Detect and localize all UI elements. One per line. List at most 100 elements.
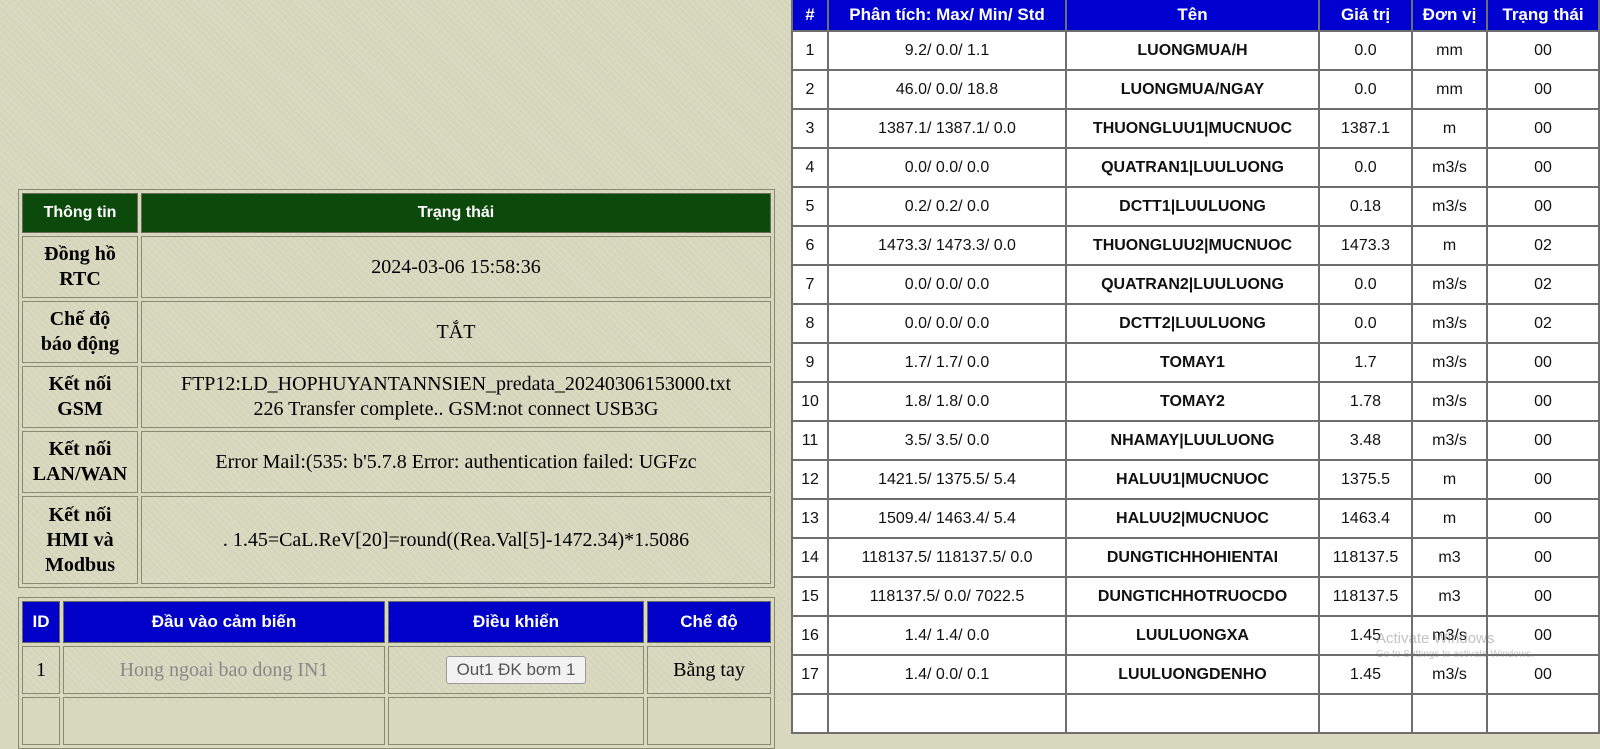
measurement-row: 10 1.8/ 1.8/ 0.0 TOMAY2 1.78 m3/s 00: [793, 383, 1598, 420]
row-analysis: 0.0/ 0.0/ 0.0: [829, 305, 1065, 342]
row-state: 00: [1488, 461, 1598, 498]
row-unit: m: [1413, 461, 1486, 498]
measurement-row: 2 46.0/ 0.0/ 18.8 LUONGMUA/NGAY 0.0 mm 00: [793, 71, 1598, 108]
row-index: 11: [793, 422, 827, 459]
measurement-row: 16 1.4/ 1.4/ 0.0 LUULUONGXA 1.45 m3/s 00: [793, 617, 1598, 654]
row-state: 00: [1488, 188, 1598, 225]
col-header-id: ID: [22, 601, 60, 643]
row-index: 16: [793, 617, 827, 654]
col-header-info: Thông tin: [22, 193, 138, 233]
row-analysis: 1.4/ 1.4/ 0.0: [829, 617, 1065, 654]
row-state: 00: [1488, 422, 1598, 459]
row-value: 0.0: [1320, 266, 1411, 303]
row-unit: m3/s: [1413, 422, 1486, 459]
label-line: LAN/WAN: [32, 463, 128, 485]
measurement-row: 3 1387.1/ 1387.1/ 0.0 THUONGLUU1|MUCNUOC 13…: [793, 110, 1598, 147]
row-state: 00: [1488, 539, 1598, 576]
row-state: 00: [1488, 578, 1598, 615]
measurement-row: [793, 695, 1598, 732]
row-unit: m3/s: [1413, 188, 1486, 225]
row-value: 118137.5: [1320, 578, 1411, 615]
row-value: 1.7: [1320, 344, 1411, 381]
measurement-row: 13 1509.4/ 1463.4/ 5.4 HALUU2|MUCNUOC 1463.…: [793, 500, 1598, 537]
sensor-input-table: ID Đầu vào cảm biến Điều khiển Chế độ 1 …: [18, 597, 775, 749]
label-line: HMI và: [46, 528, 114, 551]
sensor-control-cell: Out1 ĐK bơm 1: [388, 646, 644, 694]
label-line: báo động: [40, 333, 120, 355]
status-info-table: Thông tin Trạng thái Đồng hồ RTC 2024-03…: [18, 189, 775, 588]
sensor-mode: Bằng tay: [647, 646, 771, 694]
row-unit: m3/s: [1413, 617, 1486, 654]
row-unit: m: [1413, 500, 1486, 537]
lan-wan-row: Kết nối LAN/WAN Error Mail:(535: b'5.7.8…: [22, 431, 771, 493]
row-index: 5: [793, 188, 827, 225]
col-header-state: Trạng thái: [1488, 0, 1598, 30]
row-index: 15: [793, 578, 827, 615]
row-analysis: 1473.3/ 1473.3/ 0.0: [829, 227, 1065, 264]
row-index: [793, 695, 827, 732]
row-analysis: 3.5/ 3.5/ 0.0: [829, 422, 1065, 459]
row-state: 00: [1488, 500, 1598, 537]
row-name: LUULUONGXA: [1067, 617, 1318, 654]
rtc-value: 2024-03-06 15:58:36: [141, 236, 771, 298]
gsm-row: Kết nối GSM FTP12:LD_HOPHUYANTANNSIEN_pr…: [22, 366, 771, 428]
row-name: LUULUONGDENHO: [1067, 656, 1318, 693]
row-name: QUATRAN2|LUULUONG: [1067, 266, 1318, 303]
label-line: Kết nối: [48, 503, 112, 526]
row-index: 14: [793, 539, 827, 576]
row-analysis: 118137.5/ 0.0/ 7022.5: [829, 578, 1065, 615]
sensor-input-name: Hong ngoai bao dong IN1: [63, 646, 385, 694]
sensor-mode: [647, 697, 771, 745]
col-header-name: Tên: [1067, 0, 1318, 30]
row-value: 118137.5: [1320, 539, 1411, 576]
lan-wan-label: Kết nối LAN/WAN: [22, 431, 138, 493]
row-analysis: 9.2/ 0.0/ 1.1: [829, 32, 1065, 69]
row-name: DUNGTICHHOHIENTAI: [1067, 539, 1318, 576]
row-value: 1.45: [1320, 656, 1411, 693]
measurement-row: 14 118137.5/ 118137.5/ 0.0 DUNGTICHHOHIENT…: [793, 539, 1598, 576]
row-index: 3: [793, 110, 827, 147]
measurement-row: 7 0.0/ 0.0/ 0.0 QUATRAN2|LUULUONG 0.0 m3/s 02: [793, 266, 1598, 303]
gsm-value: FTP12:LD_HOPHUYANTANNSIEN_predata_202403…: [141, 366, 771, 428]
row-state: 00: [1488, 110, 1598, 147]
col-header-index: #: [793, 0, 827, 30]
row-analysis: 1421.5/ 1375.5/ 5.4: [829, 461, 1065, 498]
alarm-mode-row: Chế độ báo động TẮT: [22, 301, 771, 363]
row-state: 00: [1488, 617, 1598, 654]
hmi-modbus-label: Kết nối HMI và Modbus: [22, 496, 138, 584]
row-index: 4: [793, 149, 827, 186]
row-value: 0.18: [1320, 188, 1411, 225]
row-value: 0.0: [1320, 305, 1411, 342]
row-name: DUNGTICHHOTRUOCDO: [1067, 578, 1318, 615]
row-name: THUONGLUU1|MUCNUOC: [1067, 110, 1318, 147]
row-analysis: 0.2/ 0.2/ 0.0: [829, 188, 1065, 225]
measurement-row: 17 1.4/ 0.0/ 0.1 LUULUONGDENHO 1.45 m3/s 00: [793, 656, 1598, 693]
row-unit: m3/s: [1413, 266, 1486, 303]
row-value: [1320, 695, 1411, 732]
row-state: 02: [1488, 266, 1598, 303]
row-unit: m3/s: [1413, 656, 1486, 693]
row-name: LUONGMUA/H: [1067, 32, 1318, 69]
sensor-id: 1: [22, 646, 60, 694]
row-value: 1463.4: [1320, 500, 1411, 537]
measurement-row: 11 3.5/ 3.5/ 0.0 NHAMAY|LUULUONG 3.48 m3/s 00: [793, 422, 1598, 459]
out1-pump-button[interactable]: Out1 ĐK bơm 1: [445, 656, 587, 684]
measurement-row: 8 0.0/ 0.0/ 0.0 DCTT2|LUULUONG 0.0 m3/s 02: [793, 305, 1598, 342]
row-value: 0.0: [1320, 32, 1411, 69]
row-name: NHAMAY|LUULUONG: [1067, 422, 1318, 459]
row-analysis: 46.0/ 0.0/ 18.8: [829, 71, 1065, 108]
row-unit: m3/s: [1413, 305, 1486, 342]
sensor-header-row: ID Đầu vào cảm biến Điều khiển Chế độ: [22, 601, 771, 643]
row-index: 9: [793, 344, 827, 381]
sensor-control-cell: [388, 697, 644, 745]
row-state: 00: [1488, 149, 1598, 186]
row-state: 00: [1488, 344, 1598, 381]
row-index: 6: [793, 227, 827, 264]
measurement-row: 15 118137.5/ 0.0/ 7022.5 DUNGTICHHOTRUOCDO…: [793, 578, 1598, 615]
row-analysis: 0.0/ 0.0/ 0.0: [829, 149, 1065, 186]
hmi-modbus-value: . 1.45=CaL.ReV[20]=round((Rea.Val[5]-147…: [141, 496, 771, 584]
row-analysis: 1.7/ 1.7/ 0.0: [829, 344, 1065, 381]
row-state: 02: [1488, 305, 1598, 342]
row-value: 3.48: [1320, 422, 1411, 459]
row-analysis: 118137.5/ 118137.5/ 0.0: [829, 539, 1065, 576]
